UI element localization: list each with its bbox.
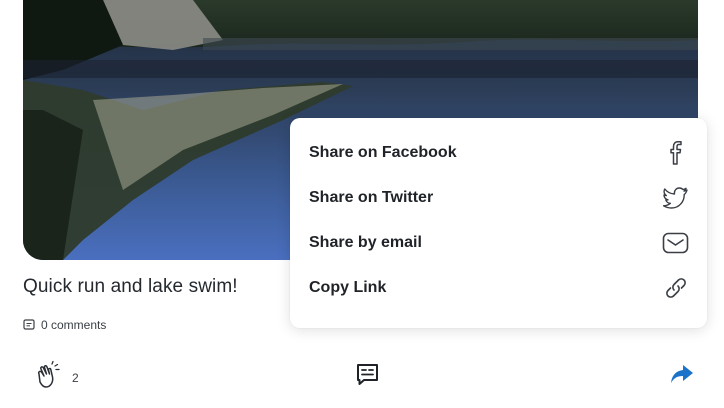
share-twitter-item[interactable]: Share on Twitter: [290, 175, 707, 220]
share-menu: Share on Facebook Share on Twitter Share…: [290, 118, 707, 328]
comments-label: 0 comments: [41, 318, 107, 332]
share-button[interactable]: [669, 362, 695, 391]
email-icon: [662, 232, 689, 254]
post-actions-bar: 2: [0, 355, 724, 395]
clap-hand-icon: [32, 360, 62, 395]
post-title: Quick run and lake swim!: [23, 276, 238, 297]
share-facebook-item[interactable]: Share on Facebook: [290, 130, 707, 175]
facebook-icon: [663, 140, 689, 166]
twitter-icon: [663, 186, 689, 210]
clap-count: 2: [72, 370, 79, 385]
clap-button[interactable]: 2: [32, 360, 79, 395]
share-email-item[interactable]: Share by email: [290, 220, 707, 265]
comment-icon: [354, 364, 381, 392]
comment-button[interactable]: [354, 361, 381, 393]
link-icon: [663, 276, 689, 300]
copy-link-item[interactable]: Copy Link: [290, 265, 707, 310]
share-twitter-label: Share on Twitter: [309, 188, 434, 206]
comments-link[interactable]: 0 comments: [23, 318, 106, 332]
share-facebook-label: Share on Facebook: [309, 143, 457, 161]
share-email-label: Share by email: [309, 233, 422, 251]
comment-count-icon: [23, 319, 35, 331]
copy-link-label: Copy Link: [309, 278, 387, 296]
share-arrow-icon: [669, 365, 695, 390]
